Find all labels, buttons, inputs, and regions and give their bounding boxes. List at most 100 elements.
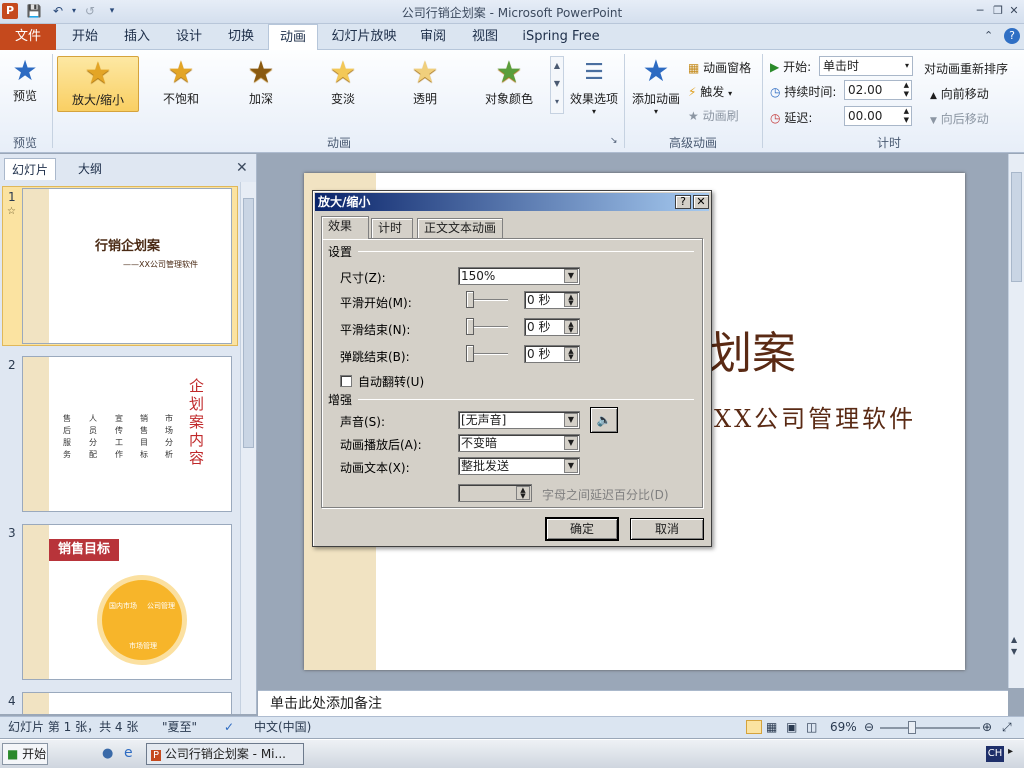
bounce-end-input[interactable]: 0 秒 ▲ ▼: [524, 345, 580, 363]
delay-input[interactable]: 00.00 ▲ ▼: [844, 106, 912, 126]
tab-effect[interactable]: 效果: [321, 216, 369, 239]
tab-animations[interactable]: 动画: [268, 24, 318, 51]
tab-outline[interactable]: 大纲: [60, 158, 120, 180]
trigger-button[interactable]: ⚡ 触发 ▾: [688, 83, 748, 100]
slide-thumbnail-2[interactable]: 企划案内容 售后服务 人员分配 宣传工作 销售目标 市场分析: [22, 356, 232, 512]
effect-object-color[interactable]: ★ 对象颜色: [470, 56, 548, 112]
dialog-panel: 设置 尺寸(Z): 150% ▼ 平滑开始(M): 0 秒 ▲ ▼ 平滑结束(N)…: [321, 238, 703, 508]
spinner-icon[interactable]: ▲ ▼: [904, 81, 909, 99]
close-icon[interactable]: ✕: [1006, 3, 1022, 19]
ie-icon[interactable]: e: [124, 745, 133, 761]
thumbnail-scrollbar[interactable]: [240, 182, 256, 714]
slide-subtitle[interactable]: XX公司管理软件: [714, 399, 916, 434]
spinner-icon[interactable]: ▲ ▼: [564, 347, 578, 361]
quicklaunch-icon[interactable]: ●: [102, 746, 113, 761]
slideshow-view-icon[interactable]: ◫: [806, 717, 817, 738]
size-dropdown[interactable]: 150% ▼: [458, 267, 580, 285]
slider-knob[interactable]: [466, 345, 474, 362]
animation-pane-button[interactable]: ▦ 动画窗格: [688, 59, 760, 76]
zoom-slider[interactable]: [880, 727, 980, 729]
minimize-icon[interactable]: ─: [972, 3, 988, 19]
restore-icon[interactable]: ❐: [990, 3, 1006, 19]
smooth-start-slider[interactable]: [464, 291, 508, 309]
slide-thumbnail-3[interactable]: 销售目标 国内市场 公司管理 市场管理: [22, 524, 232, 680]
sound-dropdown[interactable]: [无声音] ▼: [458, 411, 580, 429]
duration-input[interactable]: 02.00 ▲ ▼: [844, 80, 912, 100]
zoom-out-icon[interactable]: ⊖: [864, 717, 874, 738]
reading-view-icon[interactable]: ▣: [786, 717, 797, 738]
after-animation-dropdown[interactable]: 不变暗 ▼: [458, 434, 580, 452]
start-button[interactable]: ■ 开始: [2, 743, 48, 765]
add-animation-button[interactable]: ★ 添加动画 ▾: [628, 54, 684, 124]
smooth-end-input[interactable]: 0 秒 ▲ ▼: [524, 318, 580, 336]
move-earlier-button[interactable]: ▲ 向前移动: [930, 85, 989, 102]
spinner-icon[interactable]: ▲ ▼: [564, 293, 578, 307]
slide-title[interactable]: 划案: [708, 317, 796, 381]
tab-design[interactable]: 设计: [166, 24, 212, 50]
effect-options-button[interactable]: ☰ 效果选项 ▾: [568, 56, 620, 126]
spinner-icon[interactable]: ▲ ▼: [904, 107, 909, 125]
effect-transparency[interactable]: ★ 透明: [388, 56, 462, 112]
close-pane-icon[interactable]: ✕: [236, 160, 248, 176]
spell-check-icon[interactable]: ✓: [224, 717, 234, 738]
help-icon[interactable]: ?: [1004, 28, 1020, 44]
slider-knob[interactable]: [466, 318, 474, 335]
auto-reverse-checkbox[interactable]: [340, 375, 352, 387]
tab-home[interactable]: 开始: [62, 24, 108, 50]
slider-knob[interactable]: [466, 291, 474, 308]
ok-button[interactable]: 确定: [545, 517, 619, 541]
spinner-icon[interactable]: ▲ ▼: [516, 486, 530, 500]
divider: [358, 251, 694, 252]
page-nav-icon[interactable]: ▲ ▼: [1011, 634, 1017, 658]
animation-painter-button[interactable]: ★ 动画刷: [688, 107, 748, 124]
auto-reverse-label[interactable]: 自动翻转(U): [358, 373, 424, 390]
clock-icon: ◷: [770, 85, 781, 99]
tab-slideshow[interactable]: 幻灯片放映: [326, 24, 402, 50]
tray-icon[interactable]: ▸: [1008, 746, 1013, 757]
tab-slides[interactable]: 幻灯片: [4, 158, 56, 180]
effect-lighten[interactable]: ★ 变淡: [306, 56, 380, 112]
gallery-scroll[interactable]: ▲ ▼ ▾: [550, 56, 564, 114]
tab-file[interactable]: 文件: [0, 24, 56, 50]
spinner-icon[interactable]: ▲ ▼: [564, 320, 578, 334]
scroll-thumb[interactable]: [243, 198, 254, 448]
cancel-button[interactable]: 取消: [630, 518, 704, 540]
scroll-thumb[interactable]: [1011, 172, 1022, 282]
editor-scrollbar[interactable]: ▲ ▼: [1008, 154, 1024, 688]
preview-button[interactable]: ★ 预览: [4, 54, 46, 114]
normal-view-icon[interactable]: [746, 720, 762, 734]
tab-view[interactable]: 视图: [462, 24, 508, 50]
slide-sorter-icon[interactable]: ▦: [766, 717, 777, 738]
language-indicator[interactable]: 中文(中国): [254, 717, 311, 738]
fit-slide-icon[interactable]: ⤢: [1002, 717, 1012, 738]
tab-ispring[interactable]: iSpring Free: [516, 24, 606, 50]
tab-transitions[interactable]: 切换: [218, 24, 264, 50]
sound-volume-button[interactable]: 🔈: [590, 407, 618, 433]
effect-grow-shrink[interactable]: ★ 放大/缩小: [57, 56, 139, 112]
tab-review[interactable]: 审阅: [410, 24, 456, 50]
collapse-ribbon-icon[interactable]: ⌃: [984, 29, 993, 42]
letter-delay-input[interactable]: ▲ ▼: [458, 484, 532, 502]
notes-pane[interactable]: 单击此处添加备注: [258, 690, 1008, 716]
move-later-button[interactable]: ▼ 向后移动: [930, 110, 989, 127]
effect-darken[interactable]: ★ 加深: [224, 56, 298, 112]
slide-thumbnail-4[interactable]: [22, 692, 232, 714]
tab-text-animation[interactable]: 正文文本动画: [417, 218, 503, 238]
animate-text-dropdown[interactable]: 整批发送 ▼: [458, 457, 580, 475]
effect-desaturate[interactable]: ★ 不饱和: [144, 56, 218, 112]
smooth-start-input[interactable]: 0 秒 ▲ ▼: [524, 291, 580, 309]
bounce-end-slider[interactable]: [464, 345, 508, 363]
smooth-end-slider[interactable]: [464, 318, 508, 336]
zoom-slider-thumb[interactable]: [908, 721, 916, 734]
taskbar-item-powerpoint[interactable]: P 公司行销企划案 - Mi...: [146, 743, 304, 765]
slide-thumbnail-1[interactable]: 行销企划案 ——XX公司管理软件: [22, 188, 232, 344]
zoom-in-icon[interactable]: ⊕: [982, 717, 992, 738]
start-dropdown[interactable]: 单击时 ▾: [819, 56, 913, 76]
zoom-level[interactable]: 69%: [830, 717, 857, 738]
tab-insert[interactable]: 插入: [114, 24, 160, 50]
ime-indicator[interactable]: CH: [986, 746, 1004, 762]
help-icon[interactable]: ?: [675, 195, 691, 209]
close-icon[interactable]: ✕: [693, 195, 709, 209]
tab-timing[interactable]: 计时: [371, 218, 413, 238]
dialog-launcher-icon[interactable]: ↘: [610, 136, 618, 146]
